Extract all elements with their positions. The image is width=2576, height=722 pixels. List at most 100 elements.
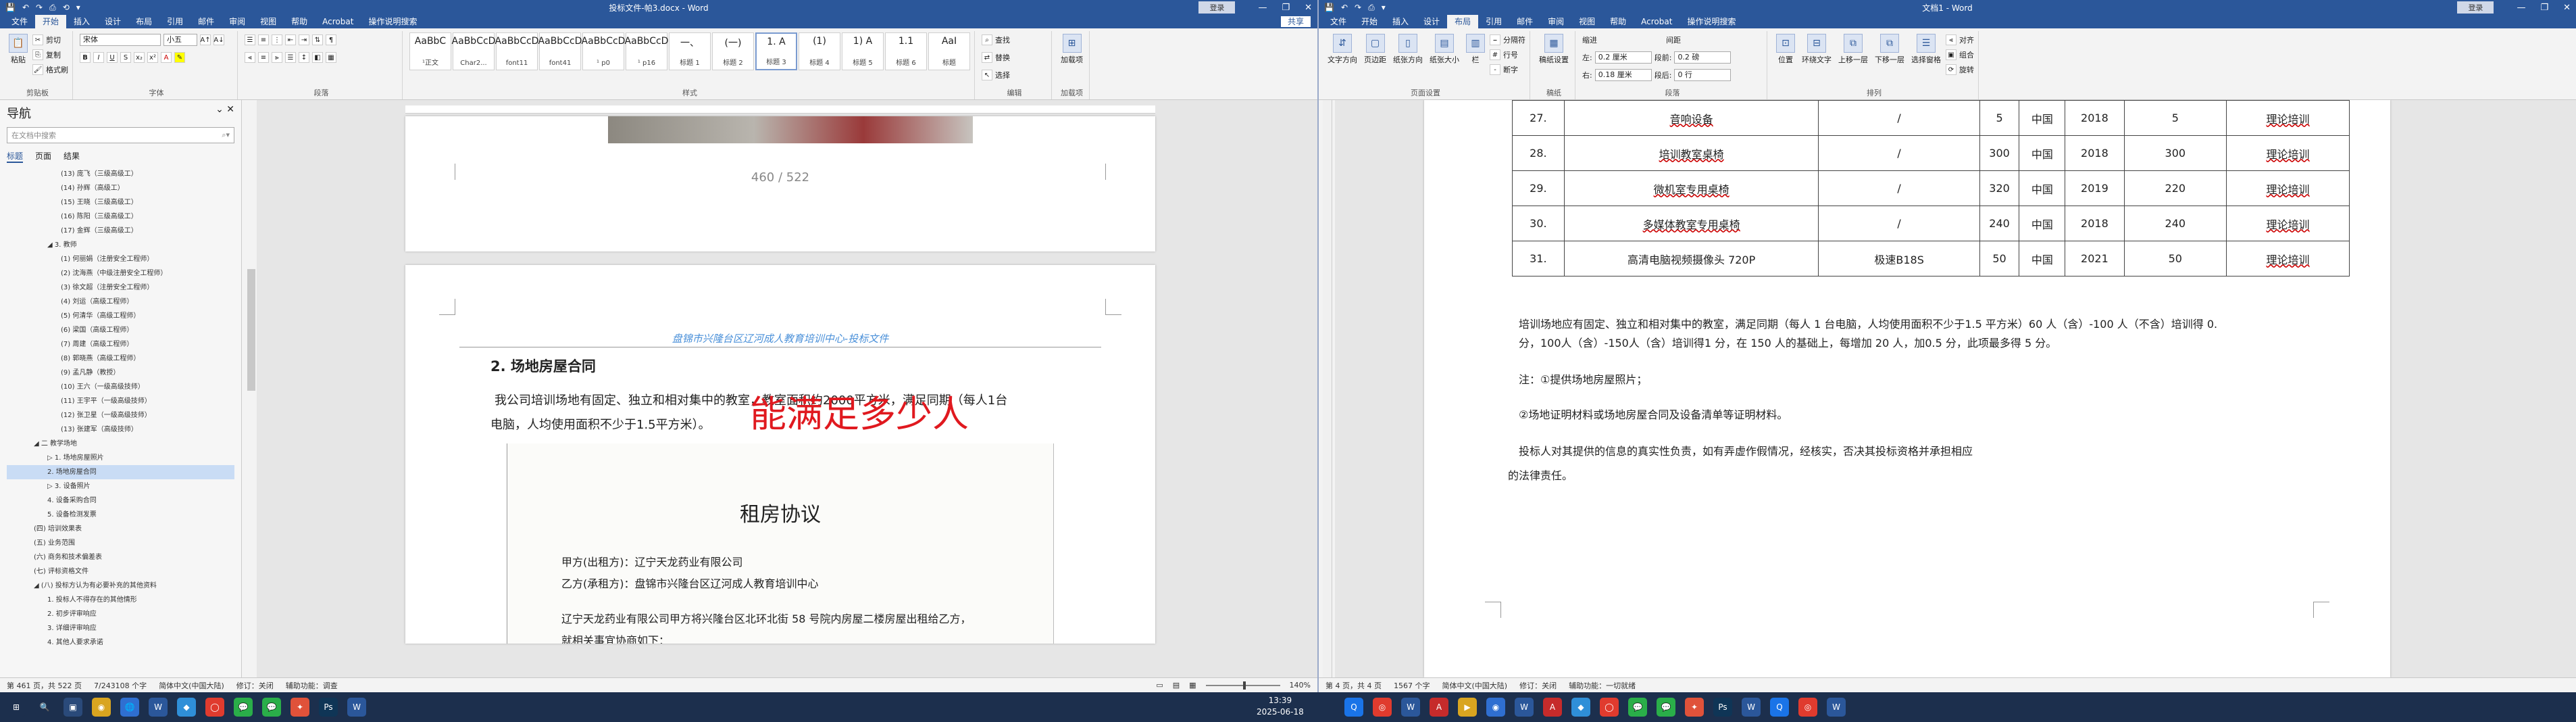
- table-cell-origin[interactable]: 中国: [2019, 241, 2066, 276]
- indent-right-input[interactable]: 0.18 厘米: [1594, 69, 1652, 81]
- highlight-button[interactable]: ✎: [174, 52, 185, 63]
- table-cell-no[interactable]: 31.: [1512, 241, 1565, 276]
- strikethrough-button[interactable]: S: [120, 52, 131, 63]
- table-cell-count[interactable]: 5: [2123, 100, 2227, 136]
- taskbar-app-icon[interactable]: ◎: [1798, 698, 1817, 717]
- position-button[interactable]: ⊡ 位置: [1774, 32, 1797, 66]
- table-cell-use[interactable]: 理论培训: [2226, 206, 2350, 241]
- taskbar-app-icon[interactable]: ▣: [64, 698, 82, 717]
- table-cell-year[interactable]: 2018: [2065, 135, 2125, 171]
- taskbar-app-icon[interactable]: ◆: [1571, 698, 1590, 717]
- tab-item[interactable]: 引用: [159, 15, 191, 28]
- justify-icon[interactable]: ☰: [285, 52, 296, 63]
- tab-item[interactable]: 帮助: [284, 15, 315, 28]
- tab-item[interactable]: 布局: [128, 15, 159, 28]
- taskbar-app-icon[interactable]: 🌐: [120, 698, 139, 717]
- nav-heading-item[interactable]: (12) 张卫星（一级高级技师）: [7, 408, 234, 423]
- bullets-icon[interactable]: ☰: [245, 34, 255, 45]
- font-size-box[interactable]: 小五: [163, 34, 197, 46]
- taskbar-app-icon[interactable]: W: [1742, 698, 1761, 717]
- status-track[interactable]: 修订：关闭: [1519, 680, 1557, 691]
- table-cell-year[interactable]: 2018: [2065, 206, 2125, 241]
- tab-item[interactable]: 布局: [1447, 15, 1479, 28]
- zoom-level[interactable]: 140%: [1290, 681, 1311, 690]
- body-paragraph-2[interactable]: 电脑，人均使用面积不少于1.5平方米）。: [490, 415, 711, 433]
- zoom-slider[interactable]: [1205, 681, 1280, 690]
- space-before-input[interactable]: 0.2 磅: [1674, 51, 1732, 64]
- tab-item[interactable]: Acrobat: [315, 15, 361, 28]
- nav-heading-item[interactable]: (8) 郭晓燕（高级工程师）: [7, 352, 234, 366]
- rotate-button[interactable]: ⟳ 旋转: [1946, 62, 1974, 77]
- close-icon[interactable]: ⌄ ✕: [216, 104, 234, 122]
- tab-item[interactable]: 邮件: [191, 15, 222, 28]
- shrink-font-icon[interactable]: A↓: [213, 34, 224, 45]
- format-painter-button[interactable]: 🖌 格式刷: [32, 62, 68, 77]
- taskbar-app-icon[interactable]: W: [1515, 698, 1534, 717]
- quick-access-icon[interactable]: ↶: [22, 3, 29, 13]
- nav-heading-item[interactable]: ◢ (八) 投标方认为有必要补充的其他资料: [7, 579, 234, 593]
- taskbar-app-icon[interactable]: Ps: [1713, 698, 1732, 717]
- restore-icon[interactable]: ❐: [2540, 3, 2548, 13]
- body-paragraph-2[interactable]: 分，100人（含）-150人（含）培训得1 分，在 150 人的基础上，每增加 …: [1519, 334, 2056, 350]
- taskbar-app-icon[interactable]: ◯: [205, 698, 224, 717]
- taskbar-app-icon[interactable]: ⊞: [7, 698, 26, 717]
- align-left-icon[interactable]: ⫷: [245, 52, 255, 63]
- text-direction-button[interactable]: ⇵ 文字方向: [1325, 32, 1359, 66]
- taskbar-app-icon[interactable]: Ps: [319, 698, 338, 717]
- status-page[interactable]: 第 461 页，共 522 页: [7, 680, 82, 691]
- hyphenation-button[interactable]: - 断字: [1490, 62, 1525, 77]
- taskbar-app-icon[interactable]: ◎: [1373, 698, 1392, 717]
- line-spacing-icon[interactable]: ↕: [299, 52, 309, 63]
- align-right-icon[interactable]: ⫸: [272, 52, 282, 63]
- nav-heading-item[interactable]: (11) 王宇平（一级高级技师）: [7, 394, 234, 408]
- tab-item[interactable]: 帮助: [1602, 15, 1634, 28]
- status-lang[interactable]: 简体中文(中国大陆): [1442, 680, 1507, 691]
- nav-heading-item[interactable]: (13) 庞飞（三级高级工）: [7, 167, 234, 181]
- nav-heading-item[interactable]: (1) 何丽娟（注册安全工程师）: [7, 252, 234, 266]
- multilevel-icon[interactable]: ⋮: [272, 34, 282, 45]
- taskbar-app-icon[interactable]: A: [1430, 698, 1448, 717]
- table-cell-name[interactable]: 培训教室桌椅: [1563, 135, 1819, 171]
- nav-scrollbar[interactable]: [247, 269, 255, 391]
- subscript-button[interactable]: x₂: [134, 52, 145, 63]
- taskbar-app-icon[interactable]: Q: [1770, 698, 1789, 717]
- taskbar-app-icon[interactable]: ▶: [1458, 698, 1477, 717]
- body-paragraph-4[interactable]: ②场地证明材料或场地房屋合同及设备清单等证明材料。: [1519, 406, 1788, 422]
- nav-heading-item[interactable]: (七) 评标资格文件: [7, 564, 234, 579]
- taskbar-app-icon[interactable]: ✦: [291, 698, 309, 717]
- table-cell-origin[interactable]: 中国: [2019, 100, 2066, 136]
- nav-heading-item[interactable]: (5) 何清华（高级工程师）: [7, 309, 234, 323]
- style-item[interactable]: AaBbCcD Char2...: [452, 32, 495, 70]
- taskbar-app-icon[interactable]: ◉: [1486, 698, 1505, 717]
- quick-access-icon[interactable]: 💾: [1324, 3, 1334, 13]
- style-item[interactable]: (1) 标题 4: [799, 32, 840, 70]
- table-cell-no[interactable]: 27.: [1512, 100, 1565, 136]
- style-item[interactable]: AaBbCcD ¹ p0: [582, 32, 625, 70]
- table-cell-model[interactable]: /: [1818, 135, 1980, 171]
- align-center-icon[interactable]: ≡: [258, 52, 269, 63]
- taskbar-app-icon[interactable]: W: [149, 698, 168, 717]
- table-cell-model[interactable]: /: [1818, 206, 1980, 241]
- taskbar-app-icon[interactable]: W: [347, 698, 366, 717]
- style-item[interactable]: 1. A 标题 3: [755, 32, 797, 70]
- taskbar-app-icon[interactable]: 💬: [1657, 698, 1675, 717]
- tab-item[interactable]: 插入: [66, 15, 97, 28]
- taskbar-clock[interactable]: 13:39 2025-06-18: [1257, 695, 1304, 718]
- style-item[interactable]: AaBbCcD ¹ p16: [625, 32, 668, 70]
- replace-button[interactable]: ⇄ 替换: [982, 50, 1010, 65]
- table-cell-qty[interactable]: 240: [1979, 206, 2020, 241]
- wrap-text-button[interactable]: ⊟ 环绕文字: [1800, 32, 1834, 66]
- send-backward-button[interactable]: ⧉ 下移一层: [1873, 32, 1906, 66]
- status-words[interactable]: 1567 个字: [1394, 680, 1430, 691]
- section-heading[interactable]: 2. 场地房屋合同: [490, 356, 596, 376]
- tab-item[interactable]: 文件: [1323, 15, 1354, 28]
- nav-tab[interactable]: 页面: [35, 150, 51, 163]
- cut-button[interactable]: ✂ 剪切: [32, 32, 68, 47]
- nav-heading-item[interactable]: 4. 设备采购合同: [7, 494, 234, 508]
- body-paragraph-3[interactable]: 注：①提供场地房屋照片；: [1519, 370, 1647, 387]
- nav-heading-item[interactable]: ▷ 3. 设备照片: [7, 479, 234, 494]
- tab-item[interactable]: 视图: [253, 15, 284, 28]
- nav-heading-item[interactable]: 2. 场地房屋合同: [7, 465, 234, 479]
- shading-icon[interactable]: ◧: [312, 52, 323, 63]
- increase-indent-icon[interactable]: ⇥: [299, 34, 309, 45]
